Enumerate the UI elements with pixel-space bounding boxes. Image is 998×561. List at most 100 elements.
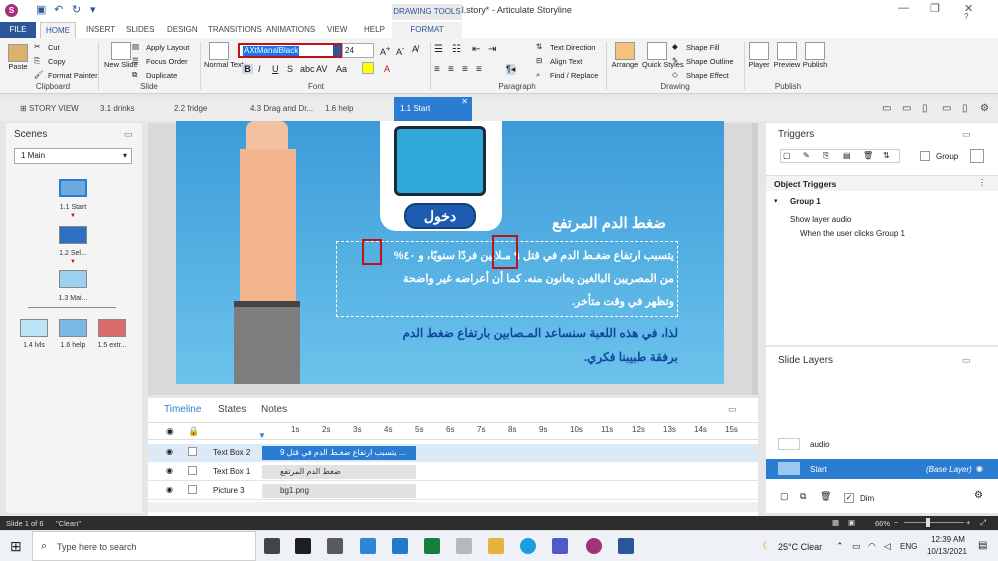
- shape-outline-button[interactable]: ✎ Shape Outline: [672, 56, 734, 68]
- strikethrough-icon[interactable]: abc: [300, 64, 315, 74]
- restore-icon[interactable]: ❐: [930, 2, 940, 15]
- tab-format[interactable]: FORMAT: [392, 22, 462, 38]
- shrink-font-icon[interactable]: A-: [396, 44, 405, 57]
- text-direction-button[interactable]: ⇅ Text Direction: [536, 42, 595, 54]
- timeline-bar[interactable]: bg1.png: [262, 484, 416, 498]
- slide-thumbnail[interactable]: [59, 179, 87, 197]
- trigger-condition-link[interactable]: When the user clicks Group 1: [800, 229, 905, 238]
- timeline-bar[interactable]: ضغط الدم المرتفع: [262, 465, 416, 479]
- eye-icon[interactable]: ◉: [166, 447, 173, 456]
- panel-pin-icon[interactable]: ▭: [962, 129, 971, 140]
- help-icon[interactable]: ?: [964, 12, 968, 21]
- player-button[interactable]: Player: [747, 42, 771, 69]
- panel-pin-icon[interactable]: ▭: [962, 355, 971, 366]
- underline-icon[interactable]: U: [272, 64, 279, 74]
- tab-file[interactable]: FILE: [0, 22, 36, 38]
- timeline-bar[interactable]: يتسبب ارتفاع ضغـط الدم في قتل 9 ...: [262, 446, 416, 460]
- align-center-icon[interactable]: ≡: [448, 64, 454, 75]
- layer-row-audio[interactable]: audio: [766, 435, 998, 453]
- tab-story-view[interactable]: ⊞ STORY VIEW: [20, 97, 79, 121]
- tab-slide-1-1[interactable]: 1.1 Start ✕: [394, 97, 472, 121]
- preview-button[interactable]: Preview: [773, 42, 801, 69]
- close-tab-icon[interactable]: ✕: [461, 90, 468, 114]
- delete-layer-icon[interactable]: 🗑: [820, 491, 831, 502]
- shape-fill-button[interactable]: ◆ Shape Fill: [672, 42, 719, 54]
- playhead-icon[interactable]: ▼: [258, 431, 266, 440]
- lock-checkbox[interactable]: [188, 485, 197, 494]
- lock-icon[interactable]: 🔒: [188, 426, 199, 437]
- timeline-horizontal-scrollbar[interactable]: [148, 502, 758, 512]
- apply-layout-button[interactable]: ▤ Apply Layout: [132, 42, 189, 54]
- arrange-button[interactable]: Arrange: [610, 42, 640, 69]
- phone-view-icon[interactable]: ▯: [962, 97, 968, 121]
- font-dropdown-icon[interactable]: [333, 45, 341, 56]
- numbering-icon[interactable]: ☷: [452, 44, 461, 55]
- vscode-app-icon[interactable]: [392, 538, 408, 554]
- normal-text-button[interactable]: Normal Text: [204, 42, 244, 69]
- layer-row-start[interactable]: Start (Base Layer) ◉: [766, 459, 998, 479]
- character-spacing-icon[interactable]: AV: [316, 64, 327, 74]
- publish-button[interactable]: Publish: [801, 42, 829, 69]
- dim-checkbox[interactable]: ✓: [844, 493, 854, 503]
- slide-thumbnail[interactable]: [20, 319, 48, 337]
- rtl-icon[interactable]: ¶◂: [506, 64, 516, 75]
- paste-trigger-icon[interactable]: ▤: [843, 151, 851, 160]
- tab-states[interactable]: States: [218, 404, 246, 415]
- fit-window-icon[interactable]: ⤢: [980, 518, 986, 528]
- edit-trigger-icon[interactable]: ✎: [803, 151, 810, 160]
- change-case-icon[interactable]: Aa: [336, 64, 347, 74]
- decrease-indent-icon[interactable]: ⇤: [472, 44, 480, 55]
- bold-icon[interactable]: B: [242, 64, 253, 74]
- zoom-out-icon[interactable]: −: [894, 518, 898, 527]
- zoom-slider[interactable]: [904, 522, 964, 523]
- panel-pin-icon[interactable]: ▭: [124, 129, 133, 140]
- new-trigger-icon[interactable]: ▢: [783, 151, 791, 160]
- italic-icon[interactable]: I: [258, 64, 261, 74]
- timeline-row[interactable]: ◉ Text Box 1 ضغط الدم المرتفع: [148, 463, 758, 481]
- landscape-view-icon[interactable]: ▭: [942, 97, 951, 121]
- normal-view-icon[interactable]: ▭: [882, 97, 891, 121]
- increase-indent-icon[interactable]: ⇥: [488, 44, 496, 55]
- file-explorer-icon[interactable]: [488, 538, 504, 554]
- volume-icon[interactable]: ◁: [884, 541, 891, 552]
- battery-icon[interactable]: ▭: [852, 541, 861, 552]
- bullets-icon[interactable]: ☰: [434, 44, 443, 55]
- font-size-input[interactable]: 24: [342, 43, 374, 58]
- new-layer-icon[interactable]: ▢: [780, 491, 789, 502]
- minimize-icon[interactable]: —: [898, 2, 909, 14]
- duplicate-layer-icon[interactable]: ⧉: [800, 491, 806, 502]
- eye-icon[interactable]: ◉: [976, 464, 983, 473]
- tab-design[interactable]: DESIGN: [167, 22, 198, 38]
- eye-icon[interactable]: ◉: [166, 485, 173, 494]
- move-trigger-icon[interactable]: ⇅: [883, 151, 890, 160]
- grid-view-icon[interactable]: ▦: [832, 518, 839, 527]
- lock-checkbox[interactable]: [188, 466, 197, 475]
- eye-icon[interactable]: ◉: [166, 426, 174, 437]
- tab-home[interactable]: HOME: [40, 22, 76, 38]
- eye-icon[interactable]: ◉: [166, 466, 173, 475]
- notifications-icon[interactable]: ▤: [978, 540, 987, 551]
- notion-app-icon[interactable]: [295, 538, 311, 554]
- timeline-row[interactable]: ◉ Text Box 2 يتسبب ارتفاع ضغـط الدم في ق…: [148, 444, 758, 462]
- slide-paragraph-2[interactable]: لذا، في هذه اللعبة سنساعد المـصابين بارت…: [326, 321, 679, 369]
- tab-slide-3-1[interactable]: 3.1 drinks: [100, 97, 135, 121]
- slide-thumbnail[interactable]: [59, 319, 87, 337]
- slide-thumbnail[interactable]: [98, 319, 126, 337]
- slide-thumbnail[interactable]: [59, 270, 87, 288]
- slide-heading[interactable]: ضغط الدم المرتفع: [426, 214, 666, 232]
- filter-icon[interactable]: ⋮: [978, 178, 986, 187]
- group-checkbox[interactable]: [920, 151, 930, 161]
- justify-icon[interactable]: ≡: [476, 64, 482, 75]
- collapse-icon[interactable]: ▾: [774, 197, 778, 205]
- taskbar-search-box[interactable]: ⌕ Type here to search: [32, 531, 256, 561]
- wifi-icon[interactable]: ◠: [868, 541, 876, 552]
- align-left-icon[interactable]: ≡: [434, 64, 440, 75]
- copy-trigger-icon[interactable]: ⎘: [823, 151, 829, 161]
- timeline-row[interactable]: ◉ Picture 3 bg1.png: [148, 482, 758, 500]
- tab-slide-2-2[interactable]: 2.2 fridge: [174, 97, 207, 121]
- settings-gear-icon[interactable]: ⚙: [980, 97, 989, 121]
- photos-app-icon[interactable]: [456, 538, 472, 554]
- font-color-icon[interactable]: A: [384, 64, 390, 74]
- tablet-view-icon[interactable]: ▭: [902, 97, 911, 121]
- storyline-taskbar-icon[interactable]: [586, 538, 602, 554]
